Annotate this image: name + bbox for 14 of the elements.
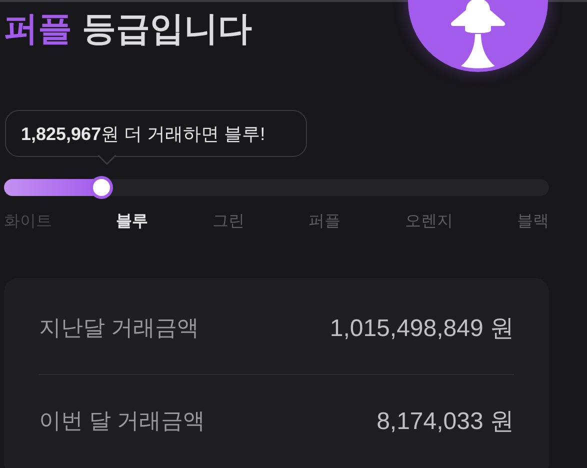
- tier-label: 퍼플: [308, 212, 341, 232]
- grade-name: 퍼플: [4, 9, 72, 50]
- stat-label: 지난달 거래금액: [39, 314, 200, 342]
- tier-label: 블랙: [516, 212, 549, 232]
- tier-label: 블루: [116, 212, 148, 232]
- progress-thumb[interactable]: [90, 176, 114, 199]
- tier-label: 그린: [212, 212, 244, 232]
- stat-value: 1,015,498,849 원: [330, 314, 514, 344]
- tier-label: 오렌지: [404, 212, 453, 232]
- stat-value: 8,174,033 원: [376, 407, 514, 437]
- tooltip-text: 1,825,967원 더 거래하면 블루!: [21, 122, 266, 146]
- rocket-icon: [448, 0, 508, 70]
- title-text: 등급입니다: [82, 9, 252, 50]
- stat-label: 이번 달 거래금액: [39, 407, 206, 435]
